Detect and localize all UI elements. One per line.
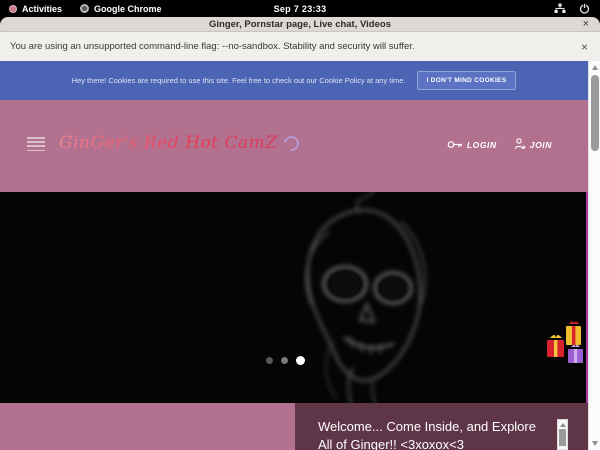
site-header: GinGer's Red Hot CamZ LOGIN <box>0 100 588 192</box>
app-menu-button[interactable]: Google Chrome <box>71 0 171 17</box>
welcome-scroll-thumb <box>559 429 566 446</box>
page-content: Hey there! Cookies are required to use t… <box>0 61 588 450</box>
menu-icon[interactable] <box>27 137 45 154</box>
window-title-bar: Ginger, Pornstar page, Live chat, Videos… <box>0 17 600 31</box>
scrollbar-down-arrow-icon[interactable] <box>592 441 598 446</box>
user-plus-icon <box>514 138 526 152</box>
welcome-text: Welcome... Come Inside, and Explore All … <box>318 419 536 450</box>
activities-indicator-icon <box>9 5 17 13</box>
site-logo[interactable]: GinGer's Red Hot CamZ <box>59 133 299 153</box>
chrome-icon <box>80 4 89 13</box>
page-scrollbar[interactable] <box>588 61 600 450</box>
chrome-infobar: You are using an unsupported command-lin… <box>0 31 600 61</box>
app-menu-label: Google Chrome <box>94 4 162 14</box>
scrollbar-thumb[interactable] <box>591 75 599 151</box>
window-close-button[interactable]: × <box>583 17 589 31</box>
gifts-icon <box>545 316 588 372</box>
hero-slider <box>0 192 588 403</box>
logo-badge-icon <box>281 133 302 154</box>
welcome-box: Welcome... Come Inside, and Explore All … <box>295 403 588 450</box>
carousel-dot-3[interactable] <box>296 356 305 365</box>
bottom-left-panel <box>0 403 295 450</box>
site-logo-text: GinGer's Red Hot CamZ <box>59 133 278 153</box>
clock-button[interactable]: Sep 7 23:33 <box>274 4 327 14</box>
activities-label: Activities <box>22 4 62 14</box>
scroll-up-arrow-icon <box>560 423 566 427</box>
welcome-box-scrollbar[interactable] <box>557 419 568 450</box>
key-icon <box>447 140 463 151</box>
window-title: Ginger, Pornstar page, Live chat, Videos <box>209 19 391 30</box>
power-icon <box>579 3 590 14</box>
infobar-message: You are using an unsupported command-lin… <box>10 41 415 52</box>
cookie-accept-button[interactable]: I DON'T MIND COOKIES <box>417 71 517 90</box>
carousel-dots <box>266 356 305 365</box>
header-nav: LOGIN JOIN <box>447 138 552 152</box>
smoke-skull-image <box>233 192 493 403</box>
bottom-section: Welcome... Come Inside, and Explore All … <box>0 403 588 450</box>
join-label: JOIN <box>530 140 552 150</box>
system-status-area[interactable] <box>554 3 600 14</box>
carousel-dot-1[interactable] <box>266 357 273 364</box>
login-button[interactable]: LOGIN <box>447 138 497 152</box>
login-label: LOGIN <box>467 140 497 150</box>
browser-viewport: Hey there! Cookies are required to use t… <box>0 61 600 450</box>
network-icon <box>554 3 566 14</box>
gnome-top-bar: Activities Google Chrome Sep 7 23:33 <box>0 0 600 17</box>
infobar-close-button[interactable]: × <box>581 40 588 54</box>
cookie-message: Hey there! Cookies are required to use t… <box>72 76 406 85</box>
scrollbar-up-arrow-icon[interactable] <box>592 65 598 70</box>
activities-button[interactable]: Activities <box>0 0 71 17</box>
cookie-banner: Hey there! Cookies are required to use t… <box>0 61 588 100</box>
join-button[interactable]: JOIN <box>514 138 552 152</box>
carousel-dot-2[interactable] <box>281 357 288 364</box>
